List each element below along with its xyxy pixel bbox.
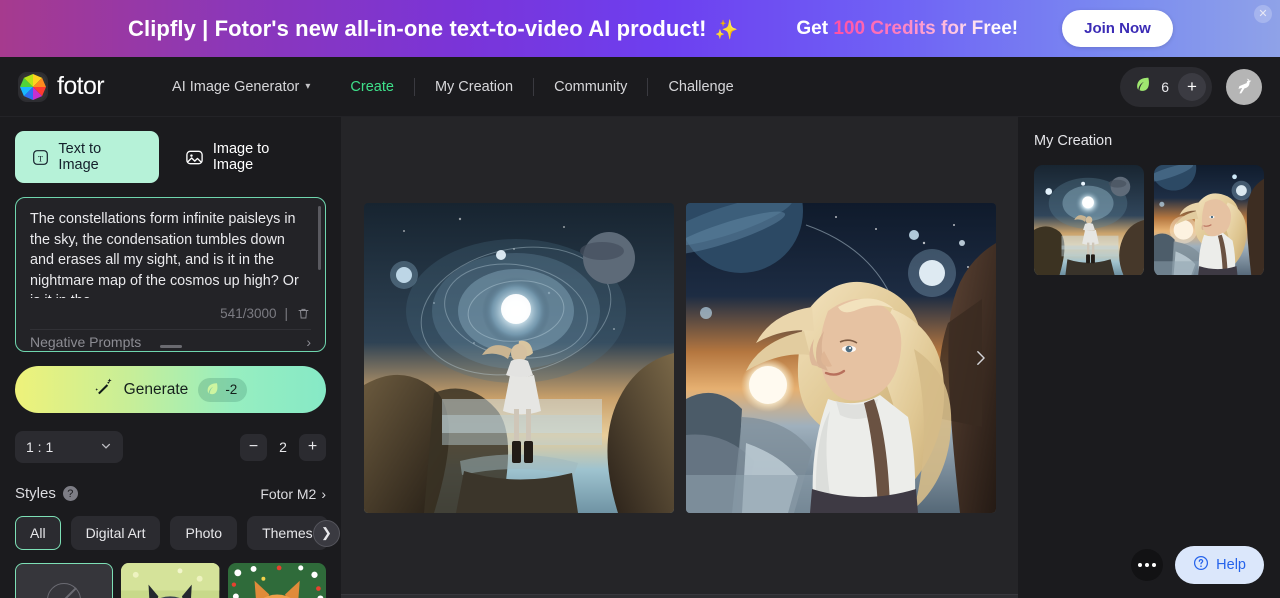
increment-button[interactable]: +	[299, 433, 326, 461]
creation-thumb-2[interactable]	[1154, 165, 1264, 277]
credits-pill[interactable]: 6 +	[1120, 66, 1212, 107]
tab-text-to-image[interactable]: T Text to Image	[15, 131, 159, 183]
header-actions: 6 +	[1120, 66, 1262, 107]
tab-image-to-image[interactable]: Image to Image	[169, 131, 326, 183]
app-header: fotor AI Image Generator ▾ Create My Cre…	[0, 57, 1280, 117]
svg-text:T: T	[38, 153, 44, 163]
style-category-chips: All Digital Art Photo Themes ❯	[15, 516, 340, 550]
chip-all[interactable]: All	[15, 516, 61, 550]
generated-image-1[interactable]	[363, 202, 674, 513]
styles-title: Styles ?	[15, 485, 78, 502]
chip-digital-art[interactable]: Digital Art	[70, 516, 161, 550]
floating-actions: Help	[1131, 546, 1264, 584]
left-sidebar: T Text to Image Image to Image The const…	[0, 117, 341, 598]
nav-challenge[interactable]: Challenge	[648, 79, 753, 95]
prompt-input[interactable]: The constellations form infinite paisley…	[16, 198, 325, 298]
generation-controls: 1 : 1 − 2 +	[15, 431, 326, 463]
leaf-icon	[1134, 75, 1152, 98]
trash-icon[interactable]	[296, 306, 311, 321]
question-circle-icon	[1193, 555, 1209, 575]
help-button[interactable]: Help	[1175, 546, 1264, 584]
fotor-pinwheel-icon	[18, 71, 48, 102]
image-icon	[185, 148, 204, 167]
question-icon[interactable]: ?	[62, 486, 78, 501]
chevron-right-icon[interactable]: ❯	[313, 519, 340, 547]
next-image-button[interactable]	[972, 343, 990, 373]
image-count-value: 2	[279, 439, 287, 455]
generate-button[interactable]: Generate -2	[15, 366, 326, 413]
avatar[interactable]	[1226, 68, 1262, 105]
meta-divider: |	[284, 305, 288, 321]
fotor-logo[interactable]: fotor	[18, 71, 105, 102]
right-panel: My Creation Help	[1018, 117, 1280, 598]
logo-wordmark: fotor	[57, 72, 105, 100]
chevron-down-icon: ▾	[305, 81, 311, 92]
generate-cost: -2	[198, 377, 248, 402]
prompt-meta: 541/3000 |	[16, 298, 325, 328]
nav-create[interactable]: Create	[330, 79, 414, 95]
join-now-button[interactable]: Join Now	[1062, 10, 1173, 47]
magic-wand-icon	[94, 377, 114, 402]
promo-credits-highlight: 100 Credits for Free!	[833, 17, 1019, 39]
generated-image-2[interactable]	[685, 202, 996, 513]
resize-handle[interactable]	[159, 345, 182, 348]
aspect-ratio-value: 1 : 1	[26, 439, 54, 455]
styles-header: Styles ? Fotor M2 ›	[15, 485, 326, 502]
shiba-flowers-thumb[interactable]	[227, 563, 326, 598]
nav-community[interactable]: Community	[534, 79, 647, 95]
no-style-thumb[interactable]	[15, 563, 114, 598]
main-canvas	[341, 117, 1018, 598]
aspect-ratio-select[interactable]: 1 : 1	[15, 431, 123, 463]
no-style-icon	[47, 582, 82, 598]
my-creation-title: My Creation	[1034, 133, 1113, 149]
chevron-down-icon	[100, 440, 112, 455]
model-name: Fotor M2	[260, 485, 317, 502]
sparkle-icon: ✨	[714, 19, 739, 41]
canvas-bottom-toolbar[interactable]	[341, 594, 1018, 598]
cost-value: -2	[225, 382, 238, 397]
text-icon: T	[31, 148, 49, 167]
bird-avatar-icon	[1238, 78, 1252, 93]
negative-prompts-label: Negative Prompts	[30, 334, 142, 350]
credits-value: 6	[1161, 78, 1169, 95]
decrement-button[interactable]: −	[240, 433, 267, 461]
chevron-right-icon: ›	[306, 334, 311, 350]
prompt-scrollbar[interactable]	[318, 206, 321, 270]
tab-label: Image to Image	[212, 141, 270, 173]
model-selector[interactable]: Fotor M2 ›	[260, 486, 326, 502]
nav-my-creation[interactable]: My Creation	[415, 79, 533, 95]
main-nav: AI Image Generator ▾ Create My Creation …	[152, 57, 754, 116]
negative-prompts-row[interactable]: Negative Prompts ›	[30, 329, 311, 351]
generate-label: Generate	[123, 380, 189, 398]
more-dots-icon[interactable]	[1131, 549, 1164, 581]
mode-tabs: T Text to Image Image to Image	[15, 131, 326, 183]
chip-photo[interactable]: Photo	[170, 516, 238, 550]
image-count-stepper: − 2 +	[240, 433, 326, 461]
nav-ai-image-generator[interactable]: AI Image Generator ▾	[152, 79, 330, 95]
creation-thumb-1[interactable]	[1034, 165, 1144, 277]
chevron-right-icon: ›	[321, 485, 326, 502]
close-icon[interactable]: ✕	[1254, 5, 1272, 23]
my-creation-grid	[1034, 165, 1264, 277]
tab-label: Text to Image	[58, 141, 102, 173]
prompt-box[interactable]: The constellations form infinite paisley…	[15, 197, 326, 352]
promo-title: Clipfly | Fotor's new all-in-one text-to…	[128, 15, 739, 41]
help-label: Help	[1216, 557, 1246, 573]
promo-credits: Get 100 Credits for Free!	[796, 17, 1019, 39]
promo-banner: Clipfly | Fotor's new all-in-one text-to…	[0, 0, 1280, 57]
border-collie-thumb[interactable]	[121, 563, 220, 598]
char-counter: 541/3000	[220, 305, 277, 321]
style-thumbnails	[15, 563, 326, 598]
add-credits-button[interactable]: +	[1178, 72, 1206, 101]
leaf-icon	[205, 381, 220, 399]
